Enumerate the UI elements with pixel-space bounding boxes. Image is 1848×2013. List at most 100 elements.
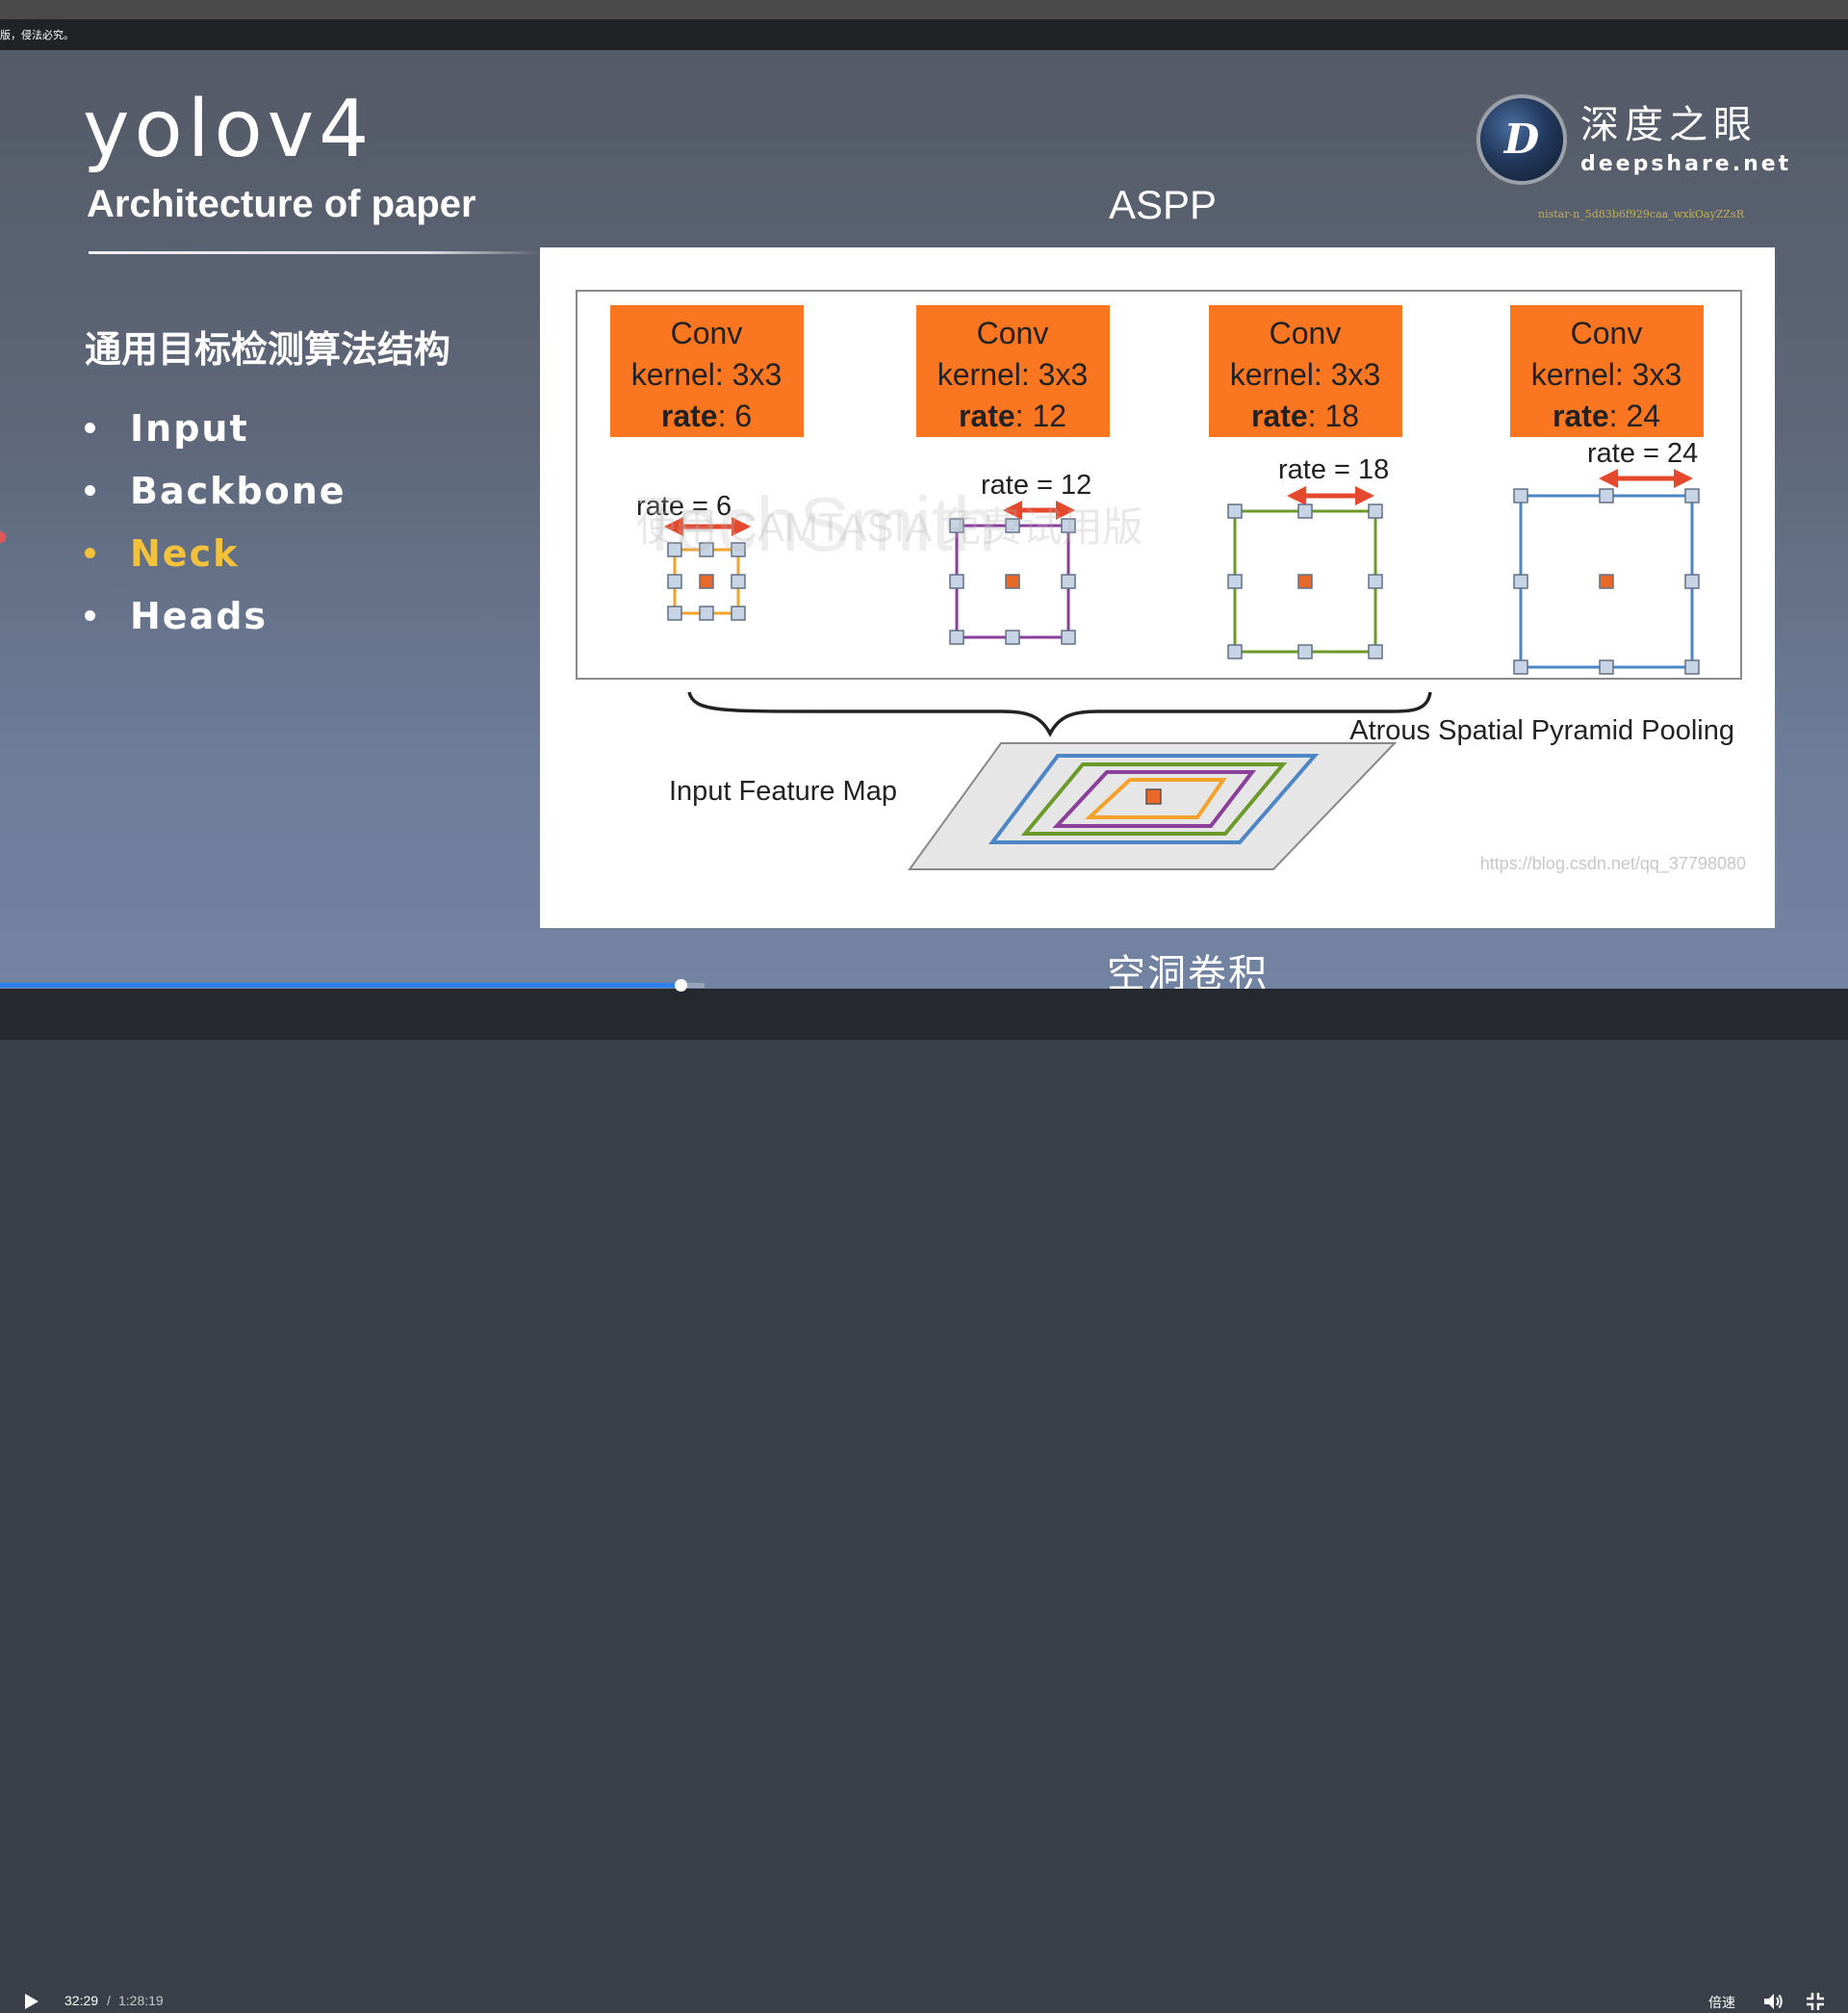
video-slide: yolov4 Architecture of paper 通用目标检测算法结构 … [0, 50, 1848, 989]
pooling-label: Atrous Spatial Pyramid Pooling [1349, 715, 1734, 746]
aspp-diagram: Conv kernel: 3x3 rate: 6 Conv kernel: 3x… [540, 247, 1775, 928]
slide-caption: 空洞卷积 [1107, 952, 1269, 989]
play-icon[interactable] [19, 1990, 42, 2013]
kernel-tap-cell [667, 574, 682, 589]
copyright-notice: 版，侵法必究。 [0, 29, 74, 41]
kernel-label: kernel: 3x3 [631, 357, 783, 392]
rate-text: rate: 6 [661, 399, 752, 433]
current-time: 32:29 [64, 1993, 99, 2008]
kernel-tap-cell [949, 574, 964, 589]
user-watermark-id: nistar-n_5d83b6f929caa_wxkOayZZsR [1538, 208, 1744, 220]
conv-label: Conv [1571, 316, 1643, 350]
list-item-input: Input [85, 397, 346, 459]
list-item-heads: Heads [85, 584, 346, 647]
kernel-tap-cell [1684, 574, 1700, 589]
rate-key: rate [1553, 399, 1609, 433]
conv-label: Conv [1270, 316, 1342, 350]
architecture-list: Input Backbone Neck Heads [85, 397, 346, 647]
kernel-label: kernel: 3x3 [937, 357, 1089, 392]
deepshare-logo: D [1480, 98, 1563, 181]
slide-title: yolov4 [83, 84, 374, 175]
kernel-tap-cell [1368, 503, 1383, 519]
rate-label-12: rate = 12 [981, 470, 1091, 501]
conv-label: Conv [671, 316, 743, 350]
rate-text: rate: 18 [1251, 399, 1359, 433]
volume-icon[interactable] [1761, 1990, 1784, 2013]
rate-label-18: rate = 18 [1278, 454, 1389, 485]
conv-block-1: Conv kernel: 3x3 rate: 6 [610, 305, 804, 437]
input-feature-map-label: Input Feature Map [669, 776, 897, 807]
rate-text: rate: 24 [1553, 399, 1660, 433]
list-item-label: Neck [130, 531, 240, 575]
kernel-tap-cell [1227, 644, 1243, 659]
kernel-tap-cell [1599, 659, 1614, 675]
kernel-tap-cell [1368, 574, 1383, 589]
list-item-label: Input [130, 406, 249, 450]
player-controls: 32:29 / 1:28:19 倍速 [0, 989, 1848, 2011]
logo-name-cn: 深度之眼 [1580, 103, 1758, 147]
rate-key: rate [959, 399, 1015, 433]
bullet-icon [85, 610, 95, 621]
bullet-icon [85, 485, 95, 496]
progress-handle[interactable] [675, 979, 688, 992]
total-time: 1:28:19 [118, 1993, 164, 2008]
list-item-label: Backbone [130, 469, 346, 512]
kernel-tap-cell [1684, 488, 1700, 503]
kernel-label: kernel: 3x3 [1531, 357, 1682, 392]
rate-value: : 6 [718, 399, 753, 433]
conv-block-4: Conv kernel: 3x3 rate: 24 [1510, 305, 1704, 437]
rate-label-24: rate = 24 [1587, 438, 1698, 469]
kernel-center-cell [1005, 574, 1020, 589]
list-item-backbone: Backbone [85, 459, 346, 522]
kernel-center-cell [699, 574, 714, 589]
bullet-icon [85, 423, 95, 433]
kernel-tap-cell [1599, 488, 1614, 503]
rate-key: rate [1251, 399, 1308, 433]
kernel-tap-cell [1227, 503, 1243, 519]
conv-label: Conv [977, 316, 1049, 350]
kernel-tap-cell [1368, 644, 1383, 659]
list-item-neck: Neck [85, 522, 346, 584]
figure-title: ASPP [1109, 182, 1218, 227]
conv-block-3: Conv kernel: 3x3 rate: 18 [1209, 305, 1402, 437]
kernel-tap-cell [731, 574, 746, 589]
progress-bar[interactable] [0, 979, 705, 992]
kernel-tap-cell [1061, 630, 1076, 645]
conv-block-2: Conv kernel: 3x3 rate: 12 [916, 305, 1110, 437]
feature-center-cell [1145, 788, 1162, 805]
rate-value: : 18 [1308, 399, 1359, 433]
list-item-label: Heads [130, 594, 269, 637]
rate-value: : 24 [1609, 399, 1660, 433]
kernel-label: kernel: 3x3 [1230, 357, 1381, 392]
kernel-tap-cell [731, 606, 746, 621]
rate-key: rate [661, 399, 718, 433]
rate-text: rate: 12 [959, 399, 1066, 433]
window-top-bar [0, 0, 1848, 19]
progress-fill [0, 983, 681, 988]
kernel-tap-cell [1005, 630, 1020, 645]
kernel-tap-cell [1513, 488, 1528, 503]
kernel-tap-cell [699, 606, 714, 621]
time-separator: / [107, 1993, 111, 2008]
kernel-center-cell [1599, 574, 1614, 589]
kernel-center-cell [1297, 574, 1313, 589]
bullet-icon [85, 548, 95, 558]
kernel-tap-cell [1061, 574, 1076, 589]
title-divider [89, 251, 541, 254]
kernel-tap-cell [949, 630, 964, 645]
kernel-tap-cell [1227, 574, 1243, 589]
kernel-tap-cell [1297, 503, 1313, 519]
kernel-tap-cell [1513, 659, 1528, 675]
rate-value: : 12 [1015, 399, 1066, 433]
source-url-watermark: https://blog.csdn.net/qq_37798080 [1480, 854, 1746, 874]
pointer-marker [0, 531, 6, 543]
playback-speed-button[interactable]: 倍速 [1708, 1993, 1735, 2012]
notice-bar: 版，侵法必究。 [0, 19, 1848, 50]
logo-name-en: deepshare.net [1580, 152, 1792, 176]
kernel-tap-cell [1297, 644, 1313, 659]
logo-letter: D [1503, 116, 1540, 163]
kernel-tap-cell [1513, 574, 1528, 589]
exit-fullscreen-icon[interactable] [1804, 1990, 1827, 2013]
section-heading: 通用目标检测算法结构 [85, 328, 451, 371]
kernel-tap-cell [1684, 659, 1700, 675]
